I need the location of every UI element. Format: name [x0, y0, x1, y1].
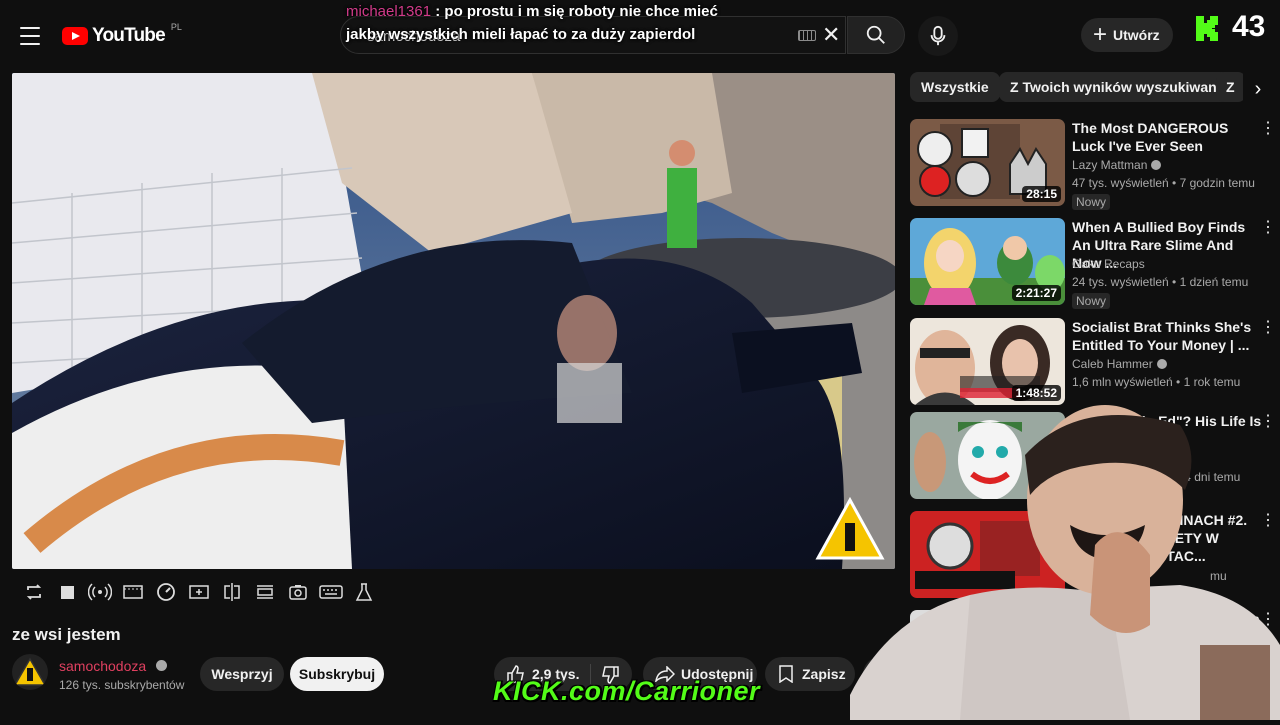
- player-extension-toolbar: [12, 578, 412, 608]
- video-duration: 28:15: [1022, 186, 1061, 202]
- recommendation-card[interactable]: 1:48:52 Socialist Brat Thinks She's Enti…: [910, 318, 1276, 406]
- mini-player-icon[interactable]: [251, 578, 279, 606]
- speed-icon[interactable]: [152, 578, 180, 606]
- clear-search-icon[interactable]: ✕: [822, 24, 840, 46]
- streamer-webcam: [850, 395, 1280, 720]
- stop-icon[interactable]: [53, 578, 81, 606]
- recommendation-card[interactable]: 2:21:27 When A Bullied Boy Finds An Ultr…: [910, 218, 1276, 309]
- screenshot-icon[interactable]: [284, 578, 312, 606]
- youtube-play-icon: [62, 27, 88, 45]
- chat-username: michael1361: [346, 3, 432, 20]
- video-meta: 1,6 mln wyświetleń • 1 rok temu: [1072, 375, 1241, 389]
- save-button[interactable]: Zapisz: [765, 657, 855, 691]
- warning-sign-avatar-icon: [13, 657, 47, 686]
- channel-name[interactable]: Caleb Hammer: [1072, 357, 1167, 371]
- bookmark-icon: [779, 665, 793, 683]
- create-label: Utwórz: [1113, 27, 1160, 43]
- channel-name[interactable]: Lazy Mattman: [1072, 158, 1162, 172]
- kebab-menu-icon[interactable]: ⋮: [1260, 121, 1276, 137]
- voice-search-button[interactable]: [918, 16, 958, 56]
- support-button[interactable]: Wesprzyj: [200, 657, 284, 691]
- broadcast-icon[interactable]: [86, 578, 114, 606]
- kebab-menu-icon[interactable]: ⋮: [1260, 320, 1276, 336]
- viewer-count: 43: [1232, 10, 1266, 43]
- chip-partial[interactable]: Z: [1216, 72, 1246, 102]
- video-meta: 47 tys. wyświetleń • 7 godzin temu: [1072, 176, 1255, 190]
- lab-flask-icon[interactable]: [350, 578, 378, 606]
- screen-add-icon[interactable]: [185, 578, 213, 606]
- video-frame: [12, 73, 895, 569]
- video-title[interactable]: The Most DANGEROUS Luck I've Ever Seen: [1072, 119, 1262, 155]
- webcam-feed: [850, 405, 1280, 720]
- cinema-icon[interactable]: [119, 578, 147, 606]
- mirror-icon[interactable]: [218, 578, 246, 606]
- recommendation-card[interactable]: 28:15 The Most DANGEROUS Luck I've Ever …: [910, 119, 1276, 210]
- menu-icon[interactable]: [18, 24, 42, 48]
- subscriber-count: 126 tys. subskrybentów: [59, 678, 185, 692]
- video-thumbnail[interactable]: 2:21:27: [910, 218, 1065, 305]
- kick-channel-url: KICK.com/Carrioner: [493, 676, 761, 706]
- keyboard-shortcuts-icon[interactable]: [317, 578, 345, 606]
- verified-icon: [156, 660, 167, 671]
- video-title: ze wsi jestem: [12, 625, 121, 644]
- channel-label: Lazy Mattman: [1072, 158, 1148, 172]
- channel-name[interactable]: samochodoza: [59, 658, 146, 674]
- new-badge: Nowy: [1072, 293, 1111, 309]
- video-player[interactable]: [12, 73, 895, 569]
- chevron-right-icon[interactable]: ›: [1243, 74, 1273, 104]
- new-badge: Nowy: [1072, 194, 1111, 210]
- loop-icon[interactable]: [20, 578, 48, 606]
- chip-from-your-search[interactable]: Z Twoich wyników wyszukiwania: [999, 72, 1240, 102]
- video-duration: 2:21:27: [1011, 285, 1061, 301]
- channel-name[interactable]: Gaku Recaps: [1072, 257, 1145, 271]
- chat-overlay: michael1361 : po prostu i m się roboty n…: [346, 0, 726, 46]
- video-thumbnail[interactable]: 1:48:52: [910, 318, 1065, 405]
- youtube-logo[interactable]: YouTube PL: [62, 22, 182, 48]
- video-meta: 24 tys. wyświetleń • 1 dzień temu: [1072, 275, 1249, 289]
- verified-icon: [1151, 160, 1162, 170]
- subscribe-button[interactable]: Subskrybuj: [290, 657, 384, 691]
- search-icon: [866, 25, 885, 44]
- video-title[interactable]: Socialist Brat Thinks She's Entitled To …: [1072, 318, 1262, 354]
- logo-text: YouTube: [92, 25, 166, 46]
- chip-all[interactable]: Wszystkie: [910, 72, 1000, 102]
- channel-avatar[interactable]: [12, 654, 48, 690]
- channel-label: Caleb Hammer: [1072, 357, 1153, 371]
- create-button[interactable]: + Utwórz: [1081, 18, 1173, 52]
- search-button[interactable]: [847, 16, 905, 54]
- keyboard-icon[interactable]: [798, 30, 816, 41]
- verified-icon: [1156, 359, 1167, 369]
- save-label: Zapisz: [802, 666, 846, 682]
- plus-icon: +: [1093, 21, 1108, 48]
- region-code: PL: [170, 22, 182, 32]
- microphone-icon: [930, 25, 946, 46]
- kebab-menu-icon[interactable]: ⋮: [1260, 220, 1276, 236]
- kick-logo-icon: [1196, 16, 1218, 41]
- video-thumbnail[interactable]: 28:15: [910, 119, 1065, 206]
